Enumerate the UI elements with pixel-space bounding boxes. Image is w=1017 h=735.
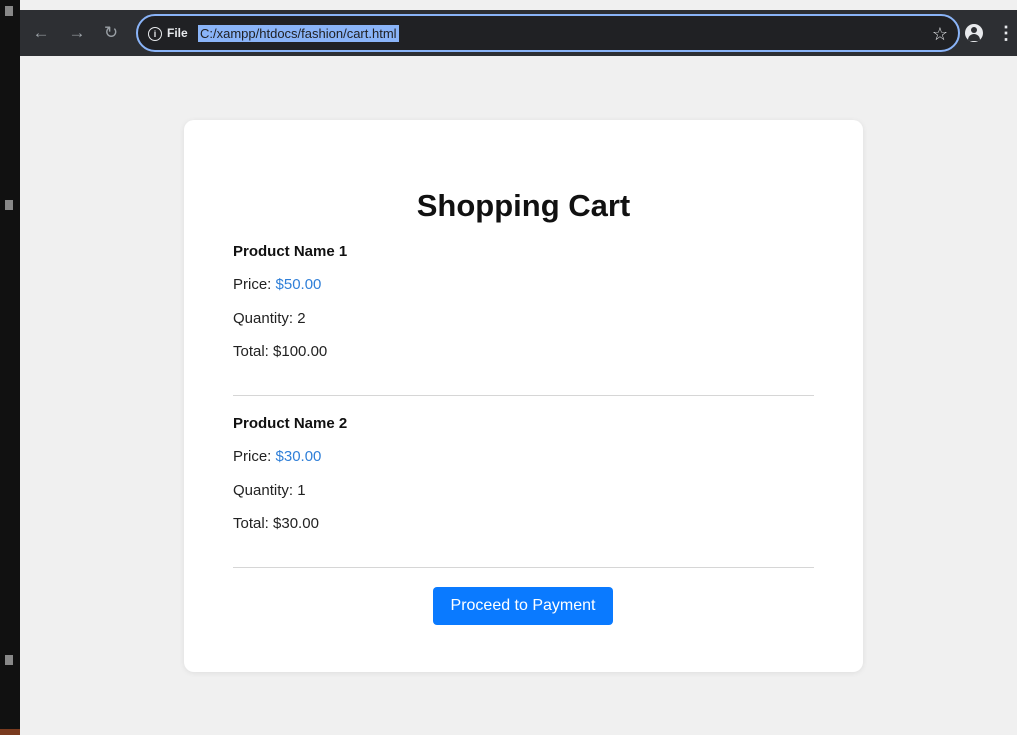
price-value: $30.00 (275, 448, 322, 465)
forward-icon[interactable]: → (66, 22, 88, 44)
reload-icon[interactable]: ↻ (100, 22, 122, 44)
quantity-value: 2 (297, 310, 306, 327)
quantity-label: Quantity: (233, 310, 294, 327)
back-icon[interactable]: ← (30, 22, 52, 44)
quantity-label: Quantity: (233, 482, 294, 499)
total-line: Total: $30.00 (233, 515, 319, 532)
menu-icon[interactable]: ⋮ (997, 22, 1015, 44)
scheme-label: File (167, 26, 188, 40)
proceed-to-payment-button[interactable]: Proceed to Payment (433, 587, 613, 625)
window-edge-mark (5, 655, 13, 665)
cart-item: Product Name 2 Price: $30.00 Quantity: 1… (233, 415, 814, 532)
profile-icon[interactable] (965, 24, 983, 42)
browser-toolbar: ← → ↻ i File C:/xampp/htdocs/fashion/car… (20, 10, 1017, 56)
taskbar-edge (0, 729, 20, 735)
product-name: Product Name 2 (233, 415, 348, 432)
quantity-line: Quantity: 2 (233, 310, 306, 327)
price-line: Price: $50.00 (233, 276, 321, 293)
total-label: Total: (233, 343, 269, 360)
item-divider (233, 395, 814, 396)
cart-item: Product Name 1 Price: $50.00 Quantity: 2… (233, 243, 814, 360)
window-edge-mark (5, 200, 13, 210)
info-icon[interactable]: i (148, 27, 162, 41)
product-name: Product Name 1 (233, 243, 348, 260)
price-label: Price: (233, 276, 272, 293)
address-bar[interactable]: i File C:/xampp/htdocs/fashion/cart.html… (136, 14, 960, 52)
os-left-strip (0, 0, 20, 735)
quantity-value: 1 (297, 482, 306, 499)
total-line: Total: $100.00 (233, 343, 327, 360)
price-label: Price: (233, 448, 272, 465)
item-divider (233, 567, 814, 568)
page-viewport: Shopping Cart Product Name 1 Price: $50.… (20, 56, 1017, 735)
window-edge-mark (5, 6, 13, 16)
total-label: Total: (233, 515, 269, 532)
cart-card: Shopping Cart Product Name 1 Price: $50.… (184, 120, 863, 672)
total-value: $30.00 (273, 515, 319, 532)
url-text[interactable]: C:/xampp/htdocs/fashion/cart.html (198, 25, 399, 42)
price-line: Price: $30.00 (233, 448, 321, 465)
bookmark-star-icon[interactable]: ☆ (932, 23, 948, 45)
price-value: $50.00 (275, 276, 322, 293)
total-value: $100.00 (273, 343, 328, 360)
page-title: Shopping Cart (416, 188, 631, 223)
quantity-line: Quantity: 1 (233, 482, 306, 499)
